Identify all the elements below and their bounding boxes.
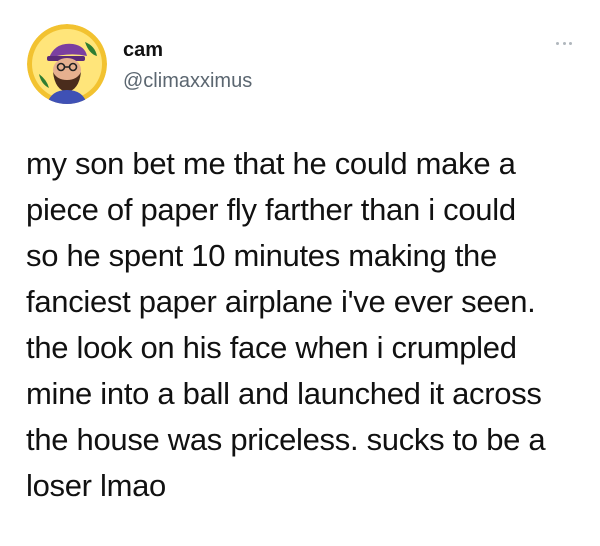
display-name[interactable]: cam xyxy=(123,38,252,62)
tweet-line: mine into a ball and launched it across xyxy=(26,376,542,411)
avatar[interactable] xyxy=(27,24,107,104)
user-handle[interactable]: @climaxximus xyxy=(123,69,252,93)
more-dots-icon[interactable] xyxy=(556,40,572,46)
tweet-line: so he spent 10 minutes making the xyxy=(26,238,497,273)
tweet-card: cam @climaxximus my son bet me that he c… xyxy=(0,0,600,546)
tweet-line: the look on his face when i crumpled xyxy=(26,330,517,365)
avatar-illustration xyxy=(27,24,107,104)
user-info: cam @climaxximus xyxy=(123,38,252,93)
tweet-text: my son bet me that he could make a piece… xyxy=(26,141,591,509)
tweet-line: loser lmao xyxy=(26,468,166,503)
tweet-line: fanciest paper airplane i've ever seen. xyxy=(26,284,536,319)
dot xyxy=(562,41,566,45)
tweet-line: the house was priceless. sucks to be a xyxy=(26,422,546,457)
tweet-line: piece of paper fly farther than i could xyxy=(26,192,516,227)
dot xyxy=(569,41,572,45)
tweet-line: my son bet me that he could make a xyxy=(26,146,516,181)
dot xyxy=(556,41,559,45)
